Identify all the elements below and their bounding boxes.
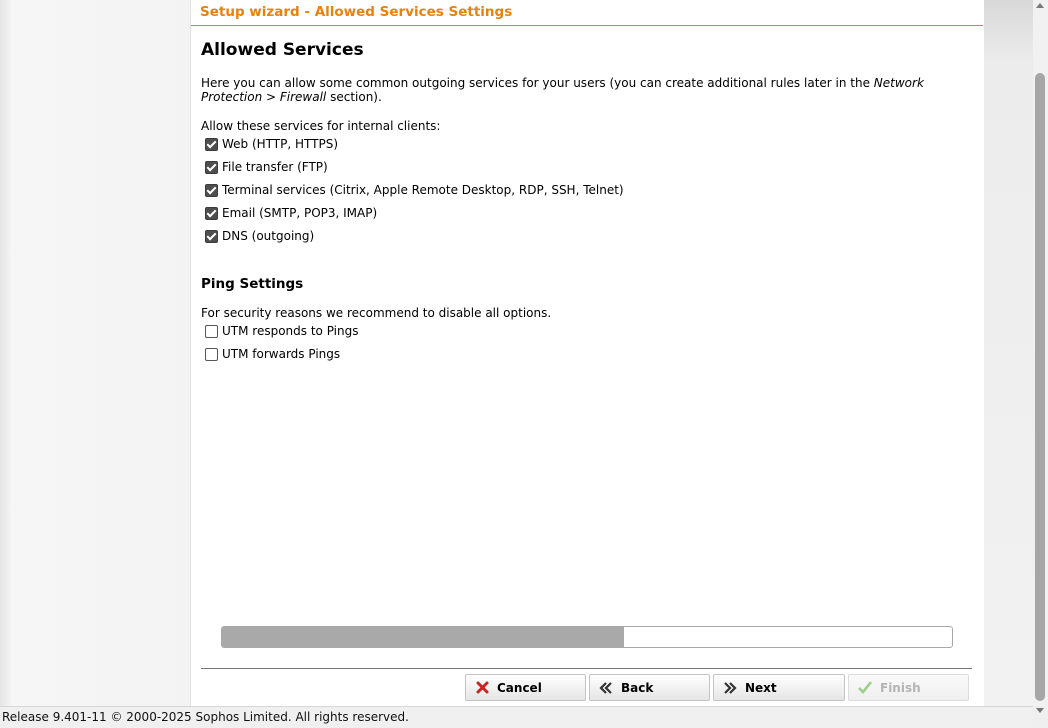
next-button[interactable]: Next <box>713 674 845 701</box>
ping-note: For security reasons we recommend to dis… <box>201 306 552 320</box>
intro-text: Here you can allow some common outgoing … <box>201 76 971 104</box>
checkbox-label: Email (SMTP, POP3, IMAP) <box>222 206 378 220</box>
cancel-button[interactable]: Cancel <box>465 674 586 701</box>
right-background <box>983 0 1033 706</box>
checkbox[interactable] <box>205 183 218 197</box>
status-footer: Release 9.401-11 © 2000-2025 Sophos Limi… <box>0 706 1033 728</box>
checkbox[interactable] <box>205 347 218 361</box>
service-email[interactable]: Email (SMTP, POP3, IMAP) <box>205 205 377 221</box>
cancel-button-label: Cancel <box>497 680 542 695</box>
checkbox-label: UTM forwards Pings <box>222 347 341 361</box>
checkbox-label: UTM responds to Pings <box>222 324 359 338</box>
scroll-down-arrow-icon[interactable] <box>1036 708 1044 713</box>
next-button-label: Next <box>745 680 777 695</box>
ping-settings-heading: Ping Settings <box>201 276 304 292</box>
page-heading: Allowed Services <box>201 40 364 60</box>
service-terminal[interactable]: Terminal services (Citrix, Apple Remote … <box>205 182 624 198</box>
checkbox[interactable] <box>205 324 218 338</box>
finish-button-label: Finish <box>880 680 921 695</box>
left-background <box>0 0 190 706</box>
wizard-title: Setup wizard - Allowed Services Settings <box>200 4 513 20</box>
scrollbar-thumb[interactable] <box>1035 73 1045 701</box>
service-ftp[interactable]: File transfer (FTP) <box>205 159 328 175</box>
close-icon <box>475 681 489 695</box>
back-button-label: Back <box>621 680 654 695</box>
back-button[interactable]: Back <box>589 674 710 701</box>
ping-forwards[interactable]: UTM forwards Pings <box>205 346 340 362</box>
checkmark-icon <box>858 681 872 695</box>
double-chevron-right-icon <box>723 681 737 695</box>
setup-wizard-panel: Setup wizard - Allowed Services Settings… <box>190 0 984 706</box>
checkbox[interactable] <box>205 206 218 220</box>
scroll-up-arrow-icon[interactable] <box>1036 3 1044 8</box>
title-divider <box>191 25 983 26</box>
vertical-scrollbar[interactable] <box>1033 0 1048 713</box>
checkbox-label: Terminal services (Citrix, Apple Remote … <box>222 183 624 197</box>
checkbox-label: Web (HTTP, HTTPS) <box>222 137 339 151</box>
checkbox[interactable] <box>205 160 218 174</box>
finish-button[interactable]: Finish <box>848 674 969 701</box>
service-dns[interactable]: DNS (outgoing) <box>205 228 314 244</box>
button-divider <box>201 668 972 669</box>
release-text: Release 9.401-11 © 2000-2025 Sophos Limi… <box>2 710 409 724</box>
checkbox[interactable] <box>205 229 218 243</box>
checkbox[interactable] <box>205 137 218 151</box>
wizard-progress-bar <box>221 626 953 648</box>
service-web[interactable]: Web (HTTP, HTTPS) <box>205 136 338 152</box>
checkbox-label: File transfer (FTP) <box>222 160 328 174</box>
intro-text-start: Here you can allow some common outgoing … <box>201 76 874 90</box>
ping-responds[interactable]: UTM responds to Pings <box>205 323 358 339</box>
double-chevron-left-icon <box>599 681 613 695</box>
progress-fill <box>222 627 624 647</box>
checkbox-label: DNS (outgoing) <box>222 229 315 243</box>
intro-text-end: section). <box>326 90 382 104</box>
services-label: Allow these services for internal client… <box>201 119 441 133</box>
